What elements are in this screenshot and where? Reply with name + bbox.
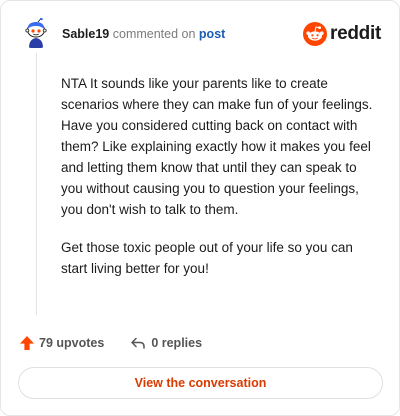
snoo-avatar-icon [20,17,52,49]
replies-label: 0 replies [151,336,203,350]
thread-line [36,53,37,315]
username[interactable]: Sable19 [62,27,109,41]
reddit-snoo-icon [303,22,328,46]
upvotes-stat[interactable]: 79 upvotes [19,335,104,351]
upvote-arrow-icon [20,336,34,350]
post-link[interactable]: post [199,27,225,41]
comment-header: Sable19 commented on post reddit [20,17,383,51]
comment-footer: 79 upvotes 0 replies [19,333,202,353]
reddit-logo[interactable]: reddit [303,20,381,48]
comment-paragraph-2: Get those toxic people out of your life … [61,240,353,276]
view-conversation-button[interactable]: View the conversation [18,367,383,399]
user-avatar[interactable] [20,17,52,49]
comment-body: NTA It sounds like your parents like to … [61,73,379,296]
byline-action-text: commented on [112,27,196,41]
comment-byline: Sable19 commented on post [62,26,225,42]
replies-stat[interactable]: 0 replies [130,335,202,351]
comment-card: Sable19 commented on post reddit NTA It … [0,0,400,416]
upvotes-label: 79 upvotes [39,336,105,350]
reply-arrow-icon [131,337,146,349]
comment-paragraph-1: NTA It sounds like your parents like to … [61,76,373,217]
reddit-wordmark: reddit [330,23,381,44]
